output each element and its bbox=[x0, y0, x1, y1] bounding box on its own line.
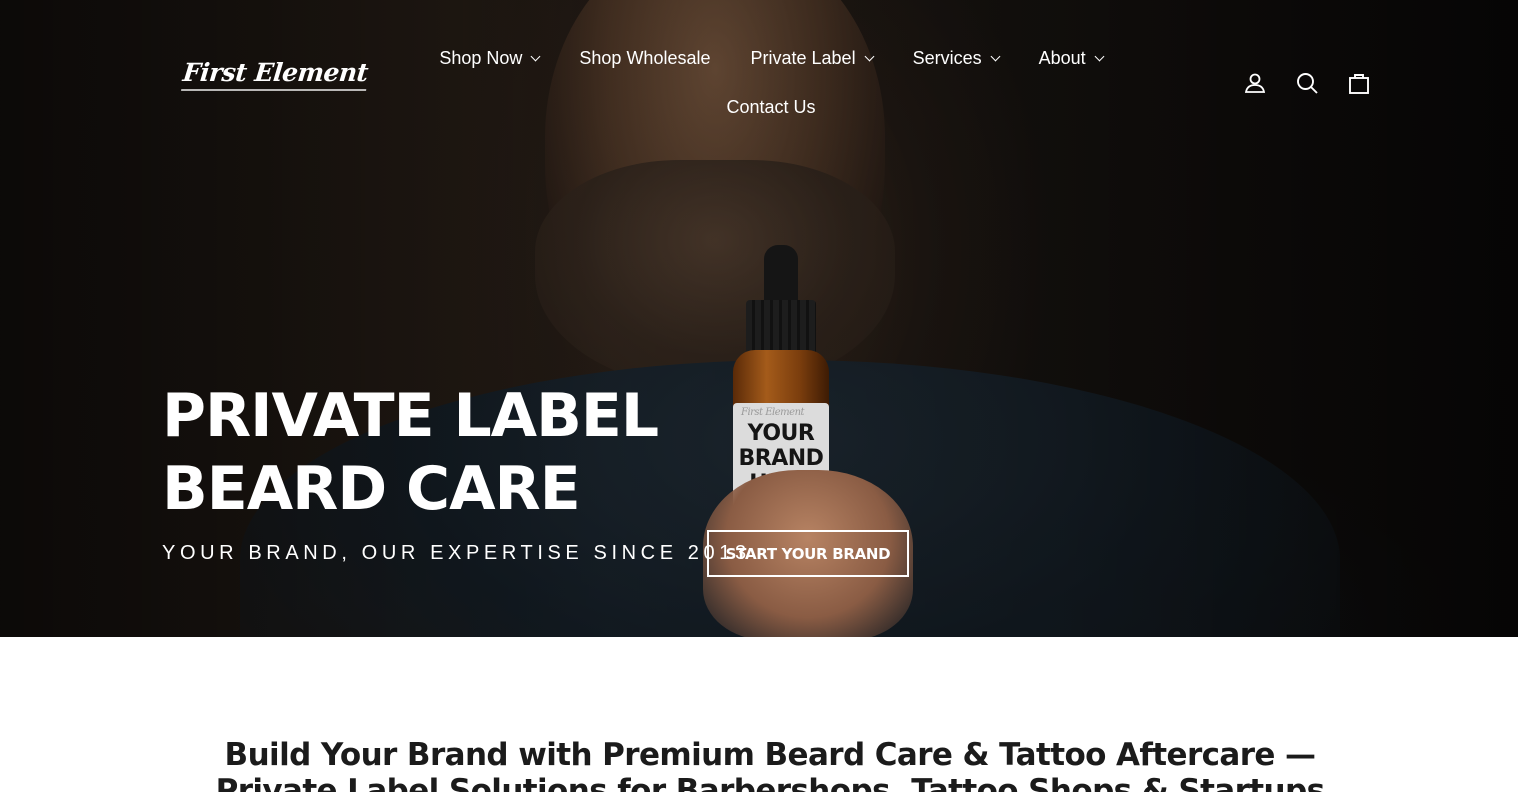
hero-title-line: PRIVATE LABEL bbox=[162, 381, 659, 451]
chevron-down-icon bbox=[530, 51, 541, 61]
nav-item-contact-us[interactable]: Contact Us bbox=[706, 85, 835, 129]
account-icon[interactable] bbox=[1240, 66, 1270, 100]
chevron-down-icon bbox=[990, 51, 1001, 61]
nav-item-shop-wholesale[interactable]: Shop Wholesale bbox=[559, 36, 730, 80]
hero-title: PRIVATE LABEL BEARD CARE bbox=[162, 380, 722, 526]
hero-banner: First Element YOUR BRAND HERE First Elem… bbox=[0, 0, 1518, 637]
intro-heading: Build Your Brand with Premium Beard Care… bbox=[215, 737, 1325, 792]
hero-title-line: BEARD CARE bbox=[162, 454, 581, 524]
nav-item-label: Contact Us bbox=[726, 97, 816, 117]
nav-item-services[interactable]: Services bbox=[893, 36, 1019, 80]
dropper-bulb bbox=[764, 245, 798, 305]
nav-item-label: Services bbox=[912, 48, 982, 68]
nav-item-about[interactable]: About bbox=[1019, 36, 1123, 80]
chevron-down-icon bbox=[864, 51, 875, 61]
search-icon[interactable] bbox=[1292, 66, 1322, 100]
bottle-label-line: BRAND bbox=[738, 445, 824, 471]
nav-item-label: Private Label bbox=[750, 48, 856, 68]
start-your-brand-button[interactable]: START YOUR BRAND bbox=[707, 530, 909, 577]
nav-item-label: Shop Wholesale bbox=[579, 48, 711, 68]
intro-section: Build Your Brand with Premium Beard Care… bbox=[0, 637, 1518, 792]
main-nav: Shop Now Shop Wholesale Private Label Se… bbox=[415, 36, 1127, 129]
site-logo[interactable]: First Element bbox=[181, 58, 369, 87]
bottle-label-brand: First Element bbox=[741, 407, 805, 418]
nav-item-label: About bbox=[1038, 48, 1086, 68]
cart-icon[interactable] bbox=[1344, 66, 1374, 100]
dropper-cap bbox=[746, 300, 816, 355]
site-header: First Element Shop Now Shop Wholesale Pr… bbox=[0, 0, 1518, 150]
header-icons bbox=[1240, 66, 1374, 100]
bottle-label-line: YOUR bbox=[747, 420, 815, 446]
hero-subtitle: YOUR BRAND, OUR EXPERTISE SINCE 2013 bbox=[162, 542, 751, 564]
nav-item-shop-now[interactable]: Shop Now bbox=[419, 36, 559, 80]
chevron-down-icon bbox=[1094, 51, 1105, 61]
nav-item-private-label[interactable]: Private Label bbox=[731, 36, 893, 80]
nav-item-label: Shop Now bbox=[439, 48, 523, 68]
